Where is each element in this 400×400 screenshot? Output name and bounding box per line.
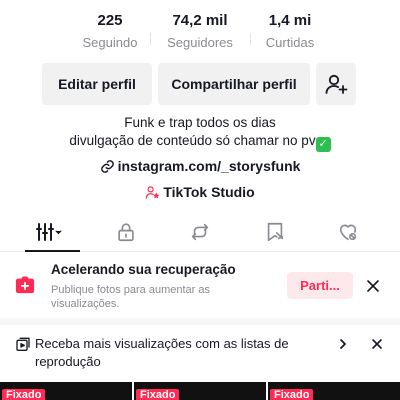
pinned-badge: Fixado <box>136 389 180 400</box>
recovery-title: Acelerando sua recuperação <box>51 262 236 277</box>
bio-line: Funk e trap todos os dias <box>124 115 276 130</box>
close-icon[interactable] <box>370 337 384 351</box>
bio-line-text: divulgação de conteúdo só chamar no pv <box>69 133 316 148</box>
video-thumbnail[interactable]: Fixado <box>268 382 400 400</box>
profile-tabs <box>0 212 400 252</box>
bio-line: divulgação de conteúdo só chamar no pv ✓ <box>0 132 400 152</box>
tab-liked[interactable] <box>323 212 373 251</box>
edit-profile-button[interactable]: Editar perfil <box>42 63 152 105</box>
profile-link-text: instagram.com/_storysfunk <box>117 158 301 174</box>
grid-icon <box>36 222 62 241</box>
profile-actions: Editar perfil Compartilhar perfil <box>0 63 400 107</box>
pinned-badge: Fixado <box>270 389 314 400</box>
tiktok-studio-link[interactable]: TikTok Studio <box>0 184 400 200</box>
followers-label: Seguidores <box>167 35 233 50</box>
share-profile-button[interactable]: Compartilhar perfil <box>158 63 310 105</box>
followers-stat[interactable]: 74,2 mil Seguidores <box>150 10 250 53</box>
add-friend-icon <box>325 74 348 94</box>
following-label: Seguindo <box>82 35 138 50</box>
playlist-text: Receba mais visualizações com as listas … <box>35 336 289 369</box>
check-mark-icon: ✓ <box>315 137 331 152</box>
section-divider <box>0 318 400 325</box>
playlist-icon <box>16 337 30 351</box>
likes-stat[interactable]: 1,4 mi Curtidas <box>240 10 340 53</box>
video-thumbnail[interactable]: Fixado <box>134 382 266 400</box>
likes-count: 1,4 mi <box>268 12 312 29</box>
tab-videos[interactable] <box>25 212 75 251</box>
repost-icon <box>191 223 209 240</box>
studio-icon <box>145 186 160 199</box>
recovery-subtitle: Publique fotos para aumentar as visualiz… <box>51 284 210 310</box>
profile-stats: 225 Seguindo 74,2 mil Seguidores 1,4 mi … <box>0 10 400 56</box>
profile-link[interactable]: instagram.com/_storysfunk <box>0 158 400 174</box>
tab-reposts[interactable] <box>175 212 225 251</box>
likes-label: Curtidas <box>265 35 315 50</box>
tab-favorites[interactable] <box>250 212 300 251</box>
tab-private[interactable] <box>101 212 151 251</box>
tiktok-studio-label: TikTok Studio <box>163 184 255 200</box>
profile-bio: Funk e trap todos os dias divulgação de … <box>0 114 400 152</box>
video-thumbnail[interactable]: Fixado <box>0 382 132 400</box>
following-stat[interactable]: 225 Seguindo <box>60 10 160 53</box>
link-icon <box>100 160 114 173</box>
add-friend-button[interactable] <box>316 63 356 105</box>
liked-icon <box>339 224 357 240</box>
followers-count: 74,2 mil <box>172 12 228 29</box>
bookmark-icon <box>267 222 284 241</box>
pinned-badge: Fixado <box>2 389 46 400</box>
active-tab-indicator <box>25 250 80 252</box>
close-icon[interactable] <box>364 277 382 295</box>
lock-icon <box>118 222 134 241</box>
camera-icon <box>15 276 35 294</box>
video-grid: Fixado Fixado Fixado <box>0 382 400 400</box>
following-count: 225 <box>97 12 123 29</box>
chevron-right-icon[interactable] <box>337 337 349 351</box>
recovery-banner: Acelerando sua recuperação Publique foto… <box>0 253 400 317</box>
participate-button[interactable]: Parti... <box>287 272 353 299</box>
playlist-banner[interactable]: Receba mais visualizações com as listas … <box>0 327 400 375</box>
